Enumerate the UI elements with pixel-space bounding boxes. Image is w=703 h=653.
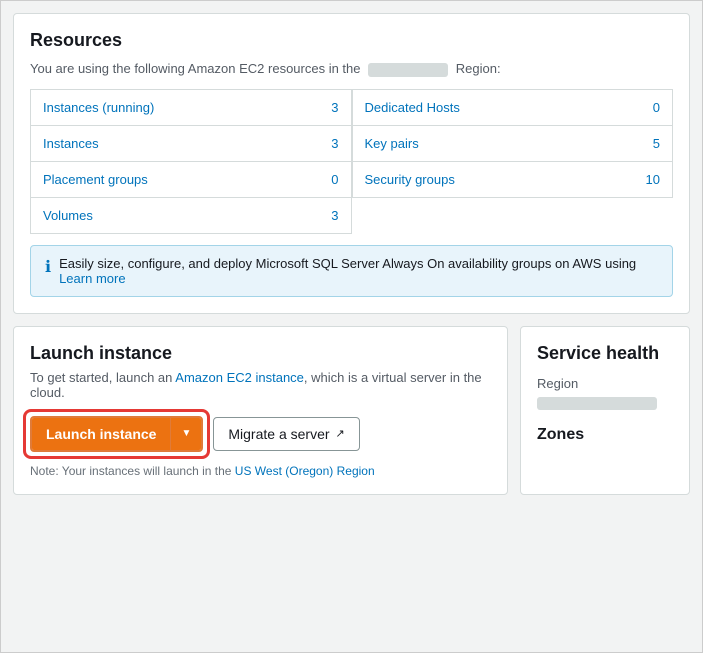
region-label: Region xyxy=(537,376,673,391)
info-icon: ℹ xyxy=(45,257,51,277)
ec2-link[interactable]: Amazon EC2 instance xyxy=(175,370,304,385)
outer-container: Resources You are using the following Am… xyxy=(0,0,703,653)
launch-instance-dropdown[interactable]: ▼ xyxy=(170,418,201,450)
instances-running-link[interactable]: Instances (running) xyxy=(43,100,154,115)
bottom-row: Launch instance To get started, launch a… xyxy=(13,326,690,495)
region-value-redacted xyxy=(537,397,657,410)
launch-instance-title: Launch instance xyxy=(30,343,491,364)
resource-right-column: Dedicated Hosts 0 Key pairs 5 Security g… xyxy=(352,89,674,233)
launch-note: Note: Your instances will launch in the … xyxy=(30,464,491,478)
resources-title: Resources xyxy=(30,30,673,51)
chevron-down-icon: ▼ xyxy=(181,428,191,439)
resource-item-key-pairs[interactable]: Key pairs 5 xyxy=(352,125,674,162)
dedicated-hosts-link[interactable]: Dedicated Hosts xyxy=(365,100,460,115)
info-banner: ℹ Easily size, configure, and deploy Mic… xyxy=(30,245,673,297)
migrate-server-label: Migrate a server xyxy=(228,426,329,442)
key-pairs-count: 5 xyxy=(653,136,660,151)
launch-instance-button[interactable]: Launch instance xyxy=(32,418,170,450)
region-redacted xyxy=(368,63,448,77)
resource-item-security-groups[interactable]: Security groups 10 xyxy=(352,161,674,198)
security-groups-link[interactable]: Security groups xyxy=(365,172,455,187)
instances-count: 3 xyxy=(331,136,338,151)
resource-item-instances-running[interactable]: Instances (running) 3 xyxy=(30,89,352,126)
info-banner-content: Easily size, configure, and deploy Micro… xyxy=(59,256,636,286)
placement-groups-count: 0 xyxy=(331,172,338,187)
volumes-link[interactable]: Volumes xyxy=(43,208,93,223)
resource-item-placement-groups[interactable]: Placement groups 0 xyxy=(30,161,352,198)
migrate-server-button[interactable]: Migrate a server ↗ xyxy=(213,417,359,451)
launch-btn-wrapper: Launch instance ▼ xyxy=(30,416,203,452)
key-pairs-link[interactable]: Key pairs xyxy=(365,136,419,151)
instances-running-count: 3 xyxy=(331,100,338,115)
dedicated-hosts-count: 0 xyxy=(653,100,660,115)
security-groups-count: 10 xyxy=(646,172,660,187)
service-health-panel: Service health Region Zones xyxy=(520,326,690,495)
external-link-icon: ↗ xyxy=(336,427,345,440)
zones-label: Zones xyxy=(537,426,673,444)
resource-item-dedicated-hosts[interactable]: Dedicated Hosts 0 xyxy=(352,89,674,126)
instances-link[interactable]: Instances xyxy=(43,136,99,151)
region-link[interactable]: US West (Oregon) Region xyxy=(235,464,375,478)
launch-instance-subtitle: To get started, launch an Amazon EC2 ins… xyxy=(30,370,491,400)
launch-btn-outer: Launch instance ▼ xyxy=(30,416,203,452)
resource-grid: Instances (running) 3 Instances 3 Placem… xyxy=(30,89,673,233)
learn-more-link[interactable]: Learn more xyxy=(59,271,125,286)
volumes-count: 3 xyxy=(331,208,338,223)
resource-left-column: Instances (running) 3 Instances 3 Placem… xyxy=(30,89,352,233)
resource-item-instances[interactable]: Instances 3 xyxy=(30,125,352,162)
service-health-title: Service health xyxy=(537,343,673,364)
resources-subtitle: You are using the following Amazon EC2 r… xyxy=(30,61,673,77)
resources-panel: Resources You are using the following Am… xyxy=(13,13,690,314)
placement-groups-link[interactable]: Placement groups xyxy=(43,172,148,187)
buttons-row: Launch instance ▼ Migrate a server ↗ xyxy=(30,416,491,452)
launch-panel: Launch instance To get started, launch a… xyxy=(13,326,508,495)
resource-item-volumes[interactable]: Volumes 3 xyxy=(30,197,352,234)
